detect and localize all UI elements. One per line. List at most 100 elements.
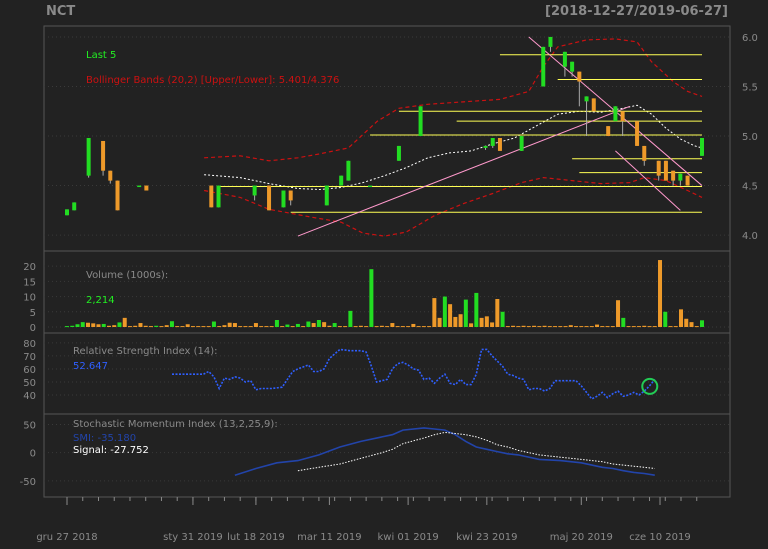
bollinger-middle-sma	[204, 104, 703, 191]
volume-bar	[332, 323, 337, 327]
candle-up	[613, 106, 618, 122]
candle-up	[72, 202, 77, 211]
volume-bar	[259, 326, 264, 328]
volume-bar	[574, 326, 579, 328]
volume-bar	[217, 326, 222, 328]
volume-bar	[490, 322, 495, 327]
volume-bar	[616, 300, 621, 327]
volume-bar	[521, 325, 526, 327]
volume-tick-label: 15	[23, 277, 36, 288]
rsi-highlight-circle	[641, 377, 659, 395]
candle-up	[519, 136, 524, 151]
volume-bar	[369, 269, 374, 327]
x-axis-label: gru 27 2018	[36, 532, 97, 543]
volume-bar	[379, 325, 384, 327]
rsi-tick-label: 50	[23, 378, 36, 389]
volume-bar	[568, 325, 573, 327]
candle-down	[606, 126, 611, 137]
price-tick-label: 6.0	[742, 33, 758, 44]
volume-tick-label: 0	[30, 323, 36, 334]
volume-bar	[453, 316, 458, 327]
volume-bar	[442, 296, 447, 327]
candle-up	[584, 96, 589, 102]
volume-bar	[343, 326, 348, 328]
volume-bar	[185, 324, 190, 327]
volume-bar	[385, 326, 390, 328]
candle-up	[490, 138, 495, 146]
rsi-tick-label: 80	[23, 339, 36, 350]
candle-down	[635, 121, 640, 146]
volume-bar	[243, 326, 248, 328]
candle-down	[209, 185, 214, 208]
volume-bar	[584, 326, 589, 328]
bollinger-label: Bollinger Bands (20,2) [Upper/Lower]: 5.…	[86, 75, 339, 86]
volume-bar	[374, 326, 379, 328]
panel-frame	[43, 250, 731, 334]
candle-down	[620, 111, 625, 122]
volume-bar	[679, 309, 684, 327]
volume-bar	[631, 326, 636, 328]
volume-bar	[658, 260, 663, 327]
volume-bar	[196, 326, 201, 328]
volume-bar	[264, 326, 269, 328]
smi-title: Stochastic Momentum Index (13,2,25,9):	[73, 419, 278, 430]
rsi-tick-label: 60	[23, 365, 36, 376]
volume-tick-label: 5	[30, 308, 36, 319]
volume-bar	[406, 326, 411, 328]
candle-down	[115, 180, 120, 211]
volume-bar	[553, 326, 558, 328]
volume-bar	[106, 325, 111, 327]
volume-bar	[353, 326, 358, 328]
candle-up	[678, 173, 683, 181]
candle-down	[577, 71, 582, 82]
volume-bar	[495, 299, 500, 327]
rsi-title: Relative Strength Index (14):	[73, 346, 218, 357]
volume-bar	[101, 323, 106, 327]
volume-bar	[164, 325, 169, 327]
rsi-tick-label: 40	[23, 391, 36, 402]
candle-down	[288, 190, 293, 201]
volume-bar	[127, 326, 132, 328]
volume-bar	[505, 326, 510, 328]
volume-bar	[238, 326, 243, 328]
rsi-line	[172, 348, 656, 400]
candle-down	[267, 185, 272, 211]
candle-down	[591, 98, 596, 112]
volume-bar	[663, 311, 668, 327]
smi-signal-line	[297, 431, 655, 472]
candle-up	[541, 46, 546, 87]
x-axis-label: maj 20 2019	[550, 532, 613, 543]
volume-bar	[96, 324, 101, 327]
candle-up	[281, 190, 286, 208]
volume-bar	[421, 326, 426, 328]
volume-bar	[85, 322, 90, 327]
candle-up	[396, 145, 401, 161]
volume-bar	[542, 325, 547, 327]
candle-down	[108, 170, 113, 181]
volume-bar	[610, 326, 615, 328]
candle-up	[548, 36, 553, 47]
candle-up	[252, 185, 257, 196]
candle-up	[346, 160, 351, 181]
x-axis-label: kwi 01 2019	[377, 532, 438, 543]
volume-bar	[694, 326, 699, 328]
smi-tick-label: -50	[20, 477, 36, 488]
x-axis-label: cze 10 2019	[629, 532, 690, 543]
volume-bar	[232, 323, 237, 327]
volume-bar	[626, 326, 631, 328]
volume-bar	[469, 323, 474, 327]
volume-bar	[306, 321, 311, 327]
volume-bar	[211, 321, 216, 327]
volume-bar	[65, 326, 69, 328]
date-range: [2018-12-27/2019-06-27]	[545, 4, 728, 19]
volume-bar	[364, 326, 369, 328]
price-tick-label: 5.0	[742, 132, 758, 143]
candle-up	[418, 106, 423, 137]
volume-bar	[416, 326, 421, 328]
volume-bar	[285, 324, 290, 327]
volume-bar	[647, 326, 652, 328]
smi-last-value: SMI: -35.180	[73, 433, 136, 444]
candle-up	[86, 138, 91, 176]
volume-bar	[400, 326, 405, 328]
candle-up	[483, 145, 488, 148]
